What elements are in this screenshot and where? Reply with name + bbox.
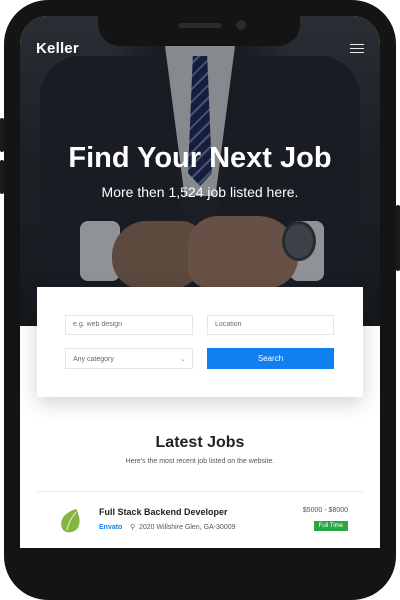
chevron-down-icon: ⌄	[180, 356, 186, 363]
latest-jobs-title: Latest Jobs	[155, 434, 245, 451]
hamburger-menu-icon[interactable]	[350, 44, 364, 54]
keyword-input[interactable]	[65, 315, 193, 335]
phone-side-button-left-2	[0, 160, 4, 194]
latest-jobs-subtitle: Here's the most recent job listed on the…	[125, 458, 275, 465]
phone-notch	[98, 16, 300, 46]
front-camera	[236, 20, 246, 30]
envato-leaf-icon	[61, 509, 80, 533]
job-list-divider	[36, 491, 364, 492]
hero-title: Find Your Next Job	[68, 142, 332, 174]
job-location: 2020 Willshire Glen, GA-30009	[139, 524, 236, 531]
category-select-value: Any category	[73, 356, 114, 363]
hero-section: Keller Find Your Next Job More then 1,52…	[20, 16, 380, 326]
job-salary: $5000 - $8000	[302, 507, 348, 514]
location-input[interactable]	[207, 315, 334, 335]
brand-logo[interactable]: Keller	[36, 40, 79, 57]
hero-subtitle: More then 1,524 job listed here.	[101, 184, 299, 200]
job-search-card: Any category ⌄ Search	[37, 287, 363, 397]
job-list-item[interactable]: Full Stack Backend Developer Envato ⚲ 20…	[36, 494, 364, 548]
job-title[interactable]: Full Stack Backend Developer	[99, 507, 228, 517]
phone-frame: Keller Find Your Next Job More then 1,52…	[0, 0, 400, 600]
job-company[interactable]: Envato	[99, 524, 122, 531]
category-select[interactable]: Any category ⌄	[65, 348, 193, 369]
speaker-grille	[178, 23, 222, 28]
search-button[interactable]: Search	[207, 348, 334, 369]
app-screen: Keller Find Your Next Job More then 1,52…	[20, 16, 380, 548]
phone-side-button-right	[396, 205, 400, 271]
location-pin-icon: ⚲	[130, 524, 136, 531]
hero-content: Keller Find Your Next Job More then 1,52…	[20, 16, 380, 326]
phone-side-button-left	[0, 118, 4, 152]
job-type-badge: Full Time	[313, 521, 348, 531]
